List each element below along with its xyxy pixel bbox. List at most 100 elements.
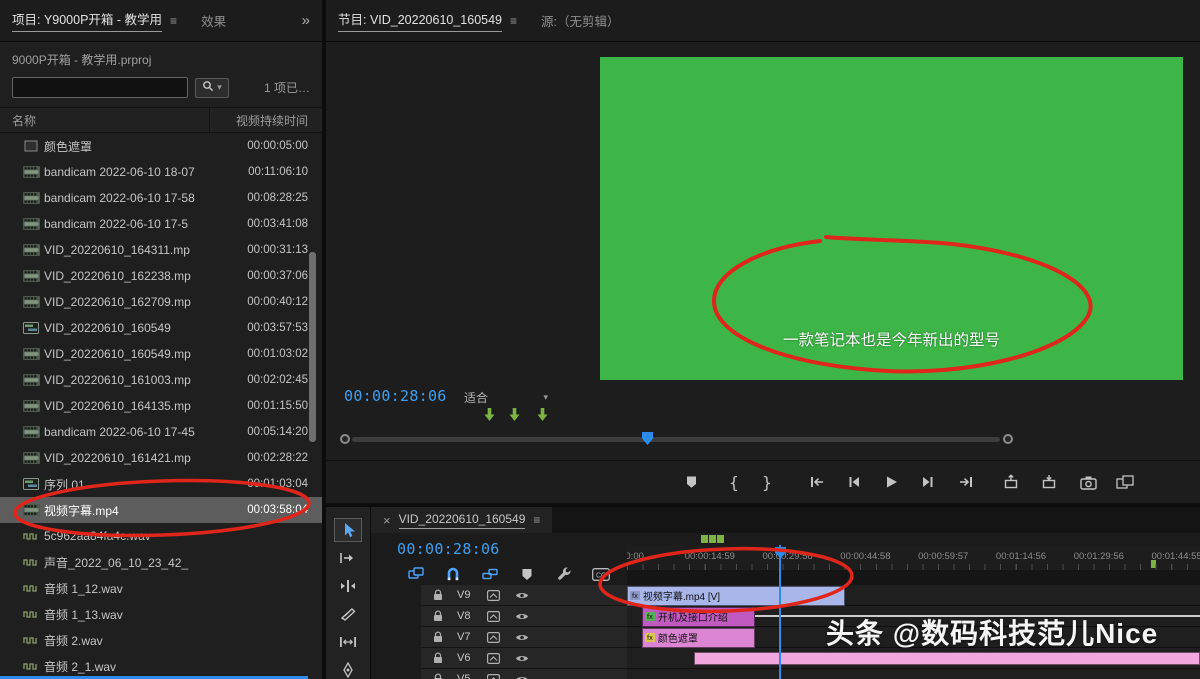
go-to-out-button[interactable] bbox=[953, 469, 979, 495]
panel-menu-icon[interactable]: ≡ bbox=[170, 14, 177, 28]
add-marker-button[interactable] bbox=[678, 469, 704, 495]
sync-lock-icon[interactable] bbox=[487, 653, 515, 664]
search-button[interactable]: ▾ bbox=[195, 78, 229, 98]
program-timecode[interactable]: 00:00:28:06 bbox=[344, 387, 447, 405]
scrub-track[interactable] bbox=[352, 437, 1000, 442]
track-label[interactable]: V9 bbox=[457, 589, 487, 601]
sync-lock-icon[interactable] bbox=[487, 674, 515, 679]
track-label[interactable]: V8 bbox=[457, 610, 487, 622]
program-scrub-bar[interactable] bbox=[326, 431, 1200, 447]
track-lock-icon[interactable] bbox=[433, 631, 457, 643]
lift-button[interactable] bbox=[998, 469, 1024, 495]
project-item-row[interactable]: 音频 1_13.wav bbox=[0, 601, 322, 627]
column-duration[interactable]: 视频持续时间 bbox=[209, 108, 322, 132]
timeline-clip-area[interactable]: 00:0000:00:14:5900:00:29:5800:00:44:5800… bbox=[627, 533, 1200, 679]
project-item-row[interactable]: 音频 1_12.wav bbox=[0, 575, 322, 601]
timeline-clip[interactable]: fx颜色遮罩 bbox=[642, 628, 755, 648]
project-item-row[interactable]: 声音_2022_06_10_23_42_ bbox=[0, 549, 322, 575]
play-button[interactable] bbox=[878, 469, 904, 495]
project-item-row[interactable]: VID_20220610_164135.mp 00:01:15:50 bbox=[0, 393, 322, 419]
marker-icon[interactable] bbox=[508, 407, 521, 427]
project-scrollbar[interactable] bbox=[309, 252, 316, 442]
project-item-row[interactable]: bandicam 2022-06-10 17-5 00:03:41:08 bbox=[0, 211, 322, 237]
track-visibility-icon[interactable] bbox=[515, 675, 539, 679]
comparison-view-button[interactable] bbox=[1112, 469, 1138, 495]
panel-menu-icon[interactable]: ≡ bbox=[510, 14, 517, 28]
program-video-viewer[interactable]: 一款笔记本也是今年新出的型号 bbox=[600, 57, 1183, 380]
track-label[interactable]: V6 bbox=[457, 652, 487, 664]
razor-tool[interactable] bbox=[335, 603, 361, 625]
step-forward-button[interactable] bbox=[915, 469, 941, 495]
project-item-row[interactable]: bandicam 2022-06-10 17-58 00:08:28:25 bbox=[0, 185, 322, 211]
extract-button[interactable] bbox=[1036, 469, 1062, 495]
project-item-row[interactable]: VID_20220610_160549.mp 00:01:03:02 bbox=[0, 341, 322, 367]
marker-icon[interactable] bbox=[536, 407, 549, 427]
slip-tool[interactable] bbox=[335, 631, 361, 653]
track-visibility-icon[interactable] bbox=[515, 612, 539, 621]
sync-lock-icon[interactable] bbox=[487, 632, 515, 643]
sync-lock-icon[interactable] bbox=[487, 611, 515, 622]
close-icon[interactable]: × bbox=[383, 513, 391, 528]
tab-program[interactable]: 节目: VID_20220610_160549 ≡ bbox=[338, 9, 517, 32]
track-visibility-icon[interactable] bbox=[515, 591, 539, 600]
project-item-row[interactable]: 5c962aa84fa4c.wav bbox=[0, 523, 322, 549]
selection-tool[interactable] bbox=[335, 519, 361, 541]
mark-in-button[interactable]: { bbox=[721, 469, 747, 495]
timeline-ruler[interactable]: 00:0000:00:14:5900:00:29:5800:00:44:5800… bbox=[627, 545, 1200, 571]
linked-selection-button[interactable] bbox=[479, 563, 501, 585]
scrub-zoom-handle-left[interactable] bbox=[340, 434, 350, 444]
track-lock-icon[interactable] bbox=[433, 589, 457, 601]
timeline-track-lane[interactable] bbox=[627, 669, 1200, 679]
track-lock-icon[interactable] bbox=[433, 610, 457, 622]
project-item-row[interactable]: 序列 01 00:01:03:04 bbox=[0, 471, 322, 497]
track-label[interactable]: V5 bbox=[457, 673, 487, 679]
program-playhead[interactable] bbox=[642, 432, 653, 445]
tab-project[interactable]: 项目: Y9000P开箱 - 教学用 ≡ bbox=[12, 9, 177, 32]
track-visibility-icon[interactable] bbox=[515, 654, 539, 663]
step-back-button[interactable] bbox=[841, 469, 867, 495]
project-item-row[interactable]: bandicam 2022-06-10 17-45 00:05:14:20 bbox=[0, 419, 322, 445]
timeline-clip[interactable]: fx视频字幕.mp4 [V] bbox=[627, 586, 845, 606]
sequence-marker-icon[interactable] bbox=[701, 535, 708, 543]
timeline-playhead[interactable] bbox=[779, 545, 781, 679]
captions-menu-button[interactable]: CC bbox=[590, 563, 612, 585]
project-item-row[interactable]: 颜色遮罩 00:00:05:00 bbox=[0, 133, 322, 159]
zoom-level-select[interactable]: 适合 ▾ bbox=[464, 389, 548, 406]
scrub-zoom-handle-right[interactable] bbox=[1003, 434, 1013, 444]
track-select-tool[interactable] bbox=[335, 547, 361, 569]
track-visibility-icon[interactable] bbox=[515, 633, 539, 642]
go-to-in-button[interactable] bbox=[804, 469, 830, 495]
marker-icon[interactable] bbox=[483, 407, 496, 427]
project-item-row[interactable]: VID_20220610_164311.mp 00:00:31:13 bbox=[0, 237, 322, 263]
tab-effects[interactable]: 效果 bbox=[201, 11, 226, 30]
search-input[interactable] bbox=[12, 77, 188, 98]
timeline-timecode[interactable]: 00:00:28:06 bbox=[397, 540, 500, 558]
snap-toggle-button[interactable] bbox=[442, 563, 464, 585]
column-name[interactable]: 名称 bbox=[0, 108, 209, 132]
project-item-row[interactable]: VID_20220610_161421.mp 00:02:28:22 bbox=[0, 445, 322, 471]
project-item-row[interactable]: VID_20220610_162709.mp 00:00:40:12 bbox=[0, 289, 322, 315]
sequence-marker-icon[interactable] bbox=[1151, 560, 1156, 568]
ripple-edit-tool[interactable] bbox=[335, 575, 361, 597]
track-lock-icon[interactable] bbox=[433, 652, 457, 664]
tab-source[interactable]: 源:（无剪辑） bbox=[541, 11, 619, 30]
project-item-row[interactable]: VID_20220610_161003.mp 00:02:02:45 bbox=[0, 367, 322, 393]
project-item-row[interactable]: 视频字幕.mp4 00:03:58:04 bbox=[0, 497, 322, 523]
tab-sequence[interactable]: × VID_20220610_160549 ≡ bbox=[371, 507, 552, 533]
project-item-row[interactable]: VID_20220610_160549 00:03:57:53 bbox=[0, 315, 322, 341]
timeline-clip[interactable] bbox=[694, 652, 1200, 665]
timeline-clip[interactable]: fx开机及接口介绍 bbox=[642, 607, 755, 627]
track-lock-icon[interactable] bbox=[433, 673, 457, 679]
project-item-row[interactable]: VID_20220610_162238.mp 00:00:37:06 bbox=[0, 263, 322, 289]
track-label[interactable]: V7 bbox=[457, 631, 487, 643]
sequence-marker-icon[interactable] bbox=[709, 535, 716, 543]
timeline-settings-button[interactable] bbox=[553, 563, 575, 585]
mark-out-button[interactable]: } bbox=[754, 469, 780, 495]
sequence-marker-icon[interactable] bbox=[717, 535, 724, 543]
sync-lock-icon[interactable] bbox=[487, 590, 515, 601]
export-frame-button[interactable] bbox=[1075, 469, 1101, 495]
nest-toggle-button[interactable] bbox=[405, 563, 427, 585]
panel-overflow-icon[interactable]: » bbox=[302, 12, 310, 29]
project-item-row[interactable]: 音频 2.wav bbox=[0, 627, 322, 653]
add-marker-button[interactable] bbox=[516, 563, 538, 585]
